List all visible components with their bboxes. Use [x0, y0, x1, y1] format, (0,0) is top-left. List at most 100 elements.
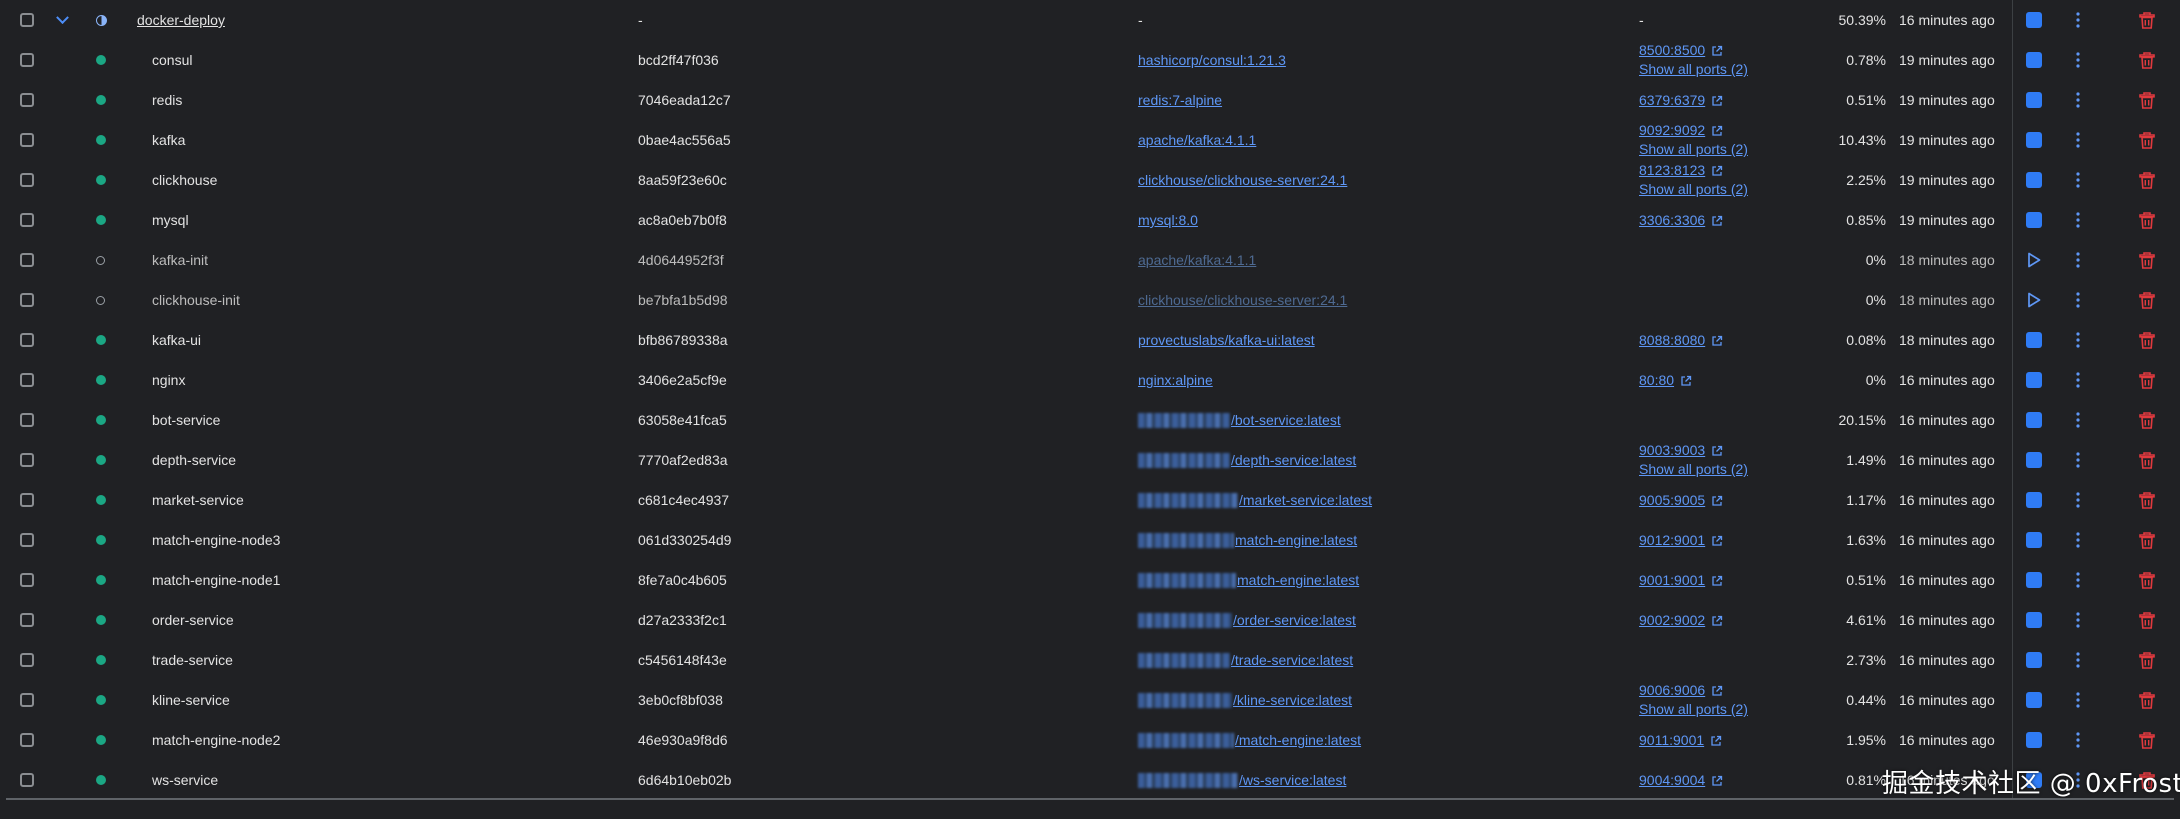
- stop-square-icon[interactable]: [2026, 492, 2042, 508]
- table-row[interactable]: clickhouse 8aa59f23e60c clickhouse/click…: [0, 160, 2180, 200]
- container-image[interactable]: /ws-service:latest: [1138, 760, 1618, 800]
- play-icon[interactable]: [2027, 292, 2041, 308]
- start-button[interactable]: [2022, 280, 2046, 320]
- container-name[interactable]: kline-service: [152, 680, 632, 720]
- container-name[interactable]: kafka: [152, 120, 632, 160]
- container-name[interactable]: kafka-init: [152, 240, 632, 280]
- container-image[interactable]: /trade-service:latest: [1138, 640, 1618, 680]
- port-link[interactable]: 9006:9006: [1639, 681, 1705, 700]
- container-name[interactable]: depth-service: [152, 440, 632, 480]
- container-name-text[interactable]: nginx: [152, 372, 185, 388]
- table-row[interactable]: depth-service 7770af2ed83a /depth-servic…: [0, 440, 2180, 480]
- trash-icon[interactable]: [2134, 320, 2160, 360]
- image-link[interactable]: /order-service:latest: [1233, 612, 1356, 628]
- external-link-icon[interactable]: [1705, 491, 1723, 510]
- port-link[interactable]: 9005:9005: [1639, 491, 1705, 510]
- stop-square-icon[interactable]: [2026, 12, 2042, 28]
- port-link[interactable]: 8088:8080: [1639, 331, 1705, 350]
- row-checkbox[interactable]: [20, 600, 40, 640]
- row-checkbox[interactable]: [20, 0, 40, 40]
- show-all-ports-link[interactable]: Show all ports (2): [1639, 180, 1748, 199]
- port-link[interactable]: 9004:9004: [1639, 771, 1705, 790]
- trash-icon[interactable]: [2134, 480, 2160, 520]
- stop-square-icon[interactable]: [2026, 532, 2042, 548]
- external-link-icon[interactable]: [1705, 41, 1723, 60]
- container-name-text[interactable]: kafka-ui: [152, 332, 201, 348]
- stop-square-icon[interactable]: [2026, 172, 2042, 188]
- stop-button[interactable]: [2022, 320, 2046, 360]
- stop-square-icon[interactable]: [2026, 652, 2042, 668]
- row-checkbox[interactable]: [20, 520, 40, 560]
- checkbox-box[interactable]: [20, 53, 34, 67]
- stop-button[interactable]: [2022, 360, 2046, 400]
- external-link-icon[interactable]: [1705, 161, 1723, 180]
- container-name-text[interactable]: clickhouse: [152, 172, 217, 188]
- vertical-dots-icon[interactable]: [2066, 240, 2090, 280]
- container-image[interactable]: mysql:8.0: [1138, 200, 1618, 240]
- chevron-down-icon[interactable]: [56, 0, 78, 40]
- row-checkbox[interactable]: [20, 400, 40, 440]
- vertical-dots-icon[interactable]: [2066, 520, 2090, 560]
- image-link[interactable]: apache/kafka:4.1.1: [1138, 132, 1256, 148]
- stop-button[interactable]: [2022, 200, 2046, 240]
- image-link[interactable]: provectuslabs/kafka-ui:latest: [1138, 332, 1315, 348]
- external-link-icon[interactable]: [1705, 771, 1723, 790]
- container-name-text[interactable]: match-engine-node1: [152, 572, 280, 588]
- checkbox-box[interactable]: [20, 533, 34, 547]
- port-link[interactable]: 80:80: [1639, 371, 1674, 390]
- stop-square-icon[interactable]: [2026, 332, 2042, 348]
- vertical-dots-icon[interactable]: [2066, 360, 2090, 400]
- trash-icon[interactable]: [2134, 560, 2160, 600]
- vertical-dots-icon[interactable]: [2066, 200, 2090, 240]
- stop-square-icon[interactable]: [2026, 52, 2042, 68]
- group-name-text[interactable]: docker-deploy: [137, 12, 225, 28]
- image-link[interactable]: match-engine:latest: [1235, 532, 1357, 548]
- external-link-icon[interactable]: [1705, 441, 1723, 460]
- port-link[interactable]: 9002:9002: [1639, 611, 1705, 630]
- table-row[interactable]: match-engine-node3 061d330254d9 match-en…: [0, 520, 2180, 560]
- container-name-text[interactable]: bot-service: [152, 412, 220, 428]
- container-name-text[interactable]: kline-service: [152, 692, 230, 708]
- stop-button[interactable]: [2022, 440, 2046, 480]
- container-image[interactable]: redis:7-alpine: [1138, 80, 1618, 120]
- checkbox-box[interactable]: [20, 93, 34, 107]
- row-checkbox[interactable]: [20, 320, 40, 360]
- container-image[interactable]: apache/kafka:4.1.1: [1138, 120, 1618, 160]
- start-button[interactable]: [2022, 240, 2046, 280]
- row-checkbox[interactable]: [20, 40, 40, 80]
- container-image[interactable]: clickhouse/clickhouse-server:24.1: [1138, 160, 1618, 200]
- image-link[interactable]: clickhouse/clickhouse-server:24.1: [1138, 172, 1347, 188]
- trash-icon[interactable]: [2134, 720, 2160, 760]
- image-link[interactable]: /trade-service:latest: [1231, 652, 1353, 668]
- image-link[interactable]: /bot-service:latest: [1231, 412, 1341, 428]
- table-row[interactable]: clickhouse-init be7bfa1b5d98 clickhouse/…: [0, 280, 2180, 320]
- checkbox-box[interactable]: [20, 613, 34, 627]
- container-name[interactable]: order-service: [152, 600, 632, 640]
- checkbox-box[interactable]: [20, 413, 34, 427]
- container-name-text[interactable]: match-engine-node2: [152, 732, 280, 748]
- table-row[interactable]: match-engine-node1 8fe7a0c4b605 match-en…: [0, 560, 2180, 600]
- vertical-dots-icon[interactable]: [2066, 560, 2090, 600]
- image-link[interactable]: redis:7-alpine: [1138, 92, 1222, 108]
- row-checkbox[interactable]: [20, 280, 40, 320]
- container-image[interactable]: /kline-service:latest: [1138, 680, 1618, 720]
- external-link-icon[interactable]: [1705, 331, 1723, 350]
- play-icon[interactable]: [2027, 252, 2041, 268]
- trash-icon[interactable]: [2134, 640, 2160, 680]
- external-link-icon[interactable]: [1705, 121, 1723, 140]
- container-image[interactable]: /market-service:latest: [1138, 480, 1618, 520]
- container-name-text[interactable]: kafka-init: [152, 252, 208, 268]
- trash-icon[interactable]: [2134, 680, 2160, 720]
- container-name[interactable]: match-engine-node2: [152, 720, 632, 760]
- external-link-icon[interactable]: [1704, 731, 1722, 750]
- container-name[interactable]: mysql: [152, 200, 632, 240]
- port-link[interactable]: 9092:9092: [1639, 121, 1705, 140]
- vertical-dots-icon[interactable]: [2066, 640, 2090, 680]
- vertical-dots-icon[interactable]: [2066, 0, 2090, 40]
- checkbox-box[interactable]: [20, 493, 34, 507]
- show-all-ports-link[interactable]: Show all ports (2): [1639, 460, 1748, 479]
- port-link[interactable]: 9003:9003: [1639, 441, 1705, 460]
- row-checkbox[interactable]: [20, 120, 40, 160]
- container-name[interactable]: clickhouse: [152, 160, 632, 200]
- container-name[interactable]: market-service: [152, 480, 632, 520]
